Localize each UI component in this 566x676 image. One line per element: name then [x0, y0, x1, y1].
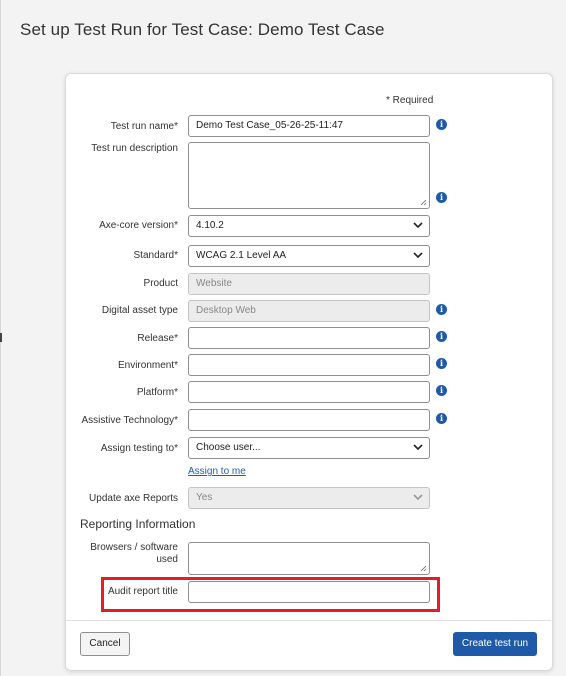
info-icon[interactable]: i	[436, 119, 447, 130]
update-axe-reports-label: Update axe Reports	[89, 493, 178, 504]
update-axe-reports-select: Yes	[188, 487, 430, 509]
assign-testing-to-value: Choose user...	[196, 442, 261, 453]
test-run-description-textarea[interactable]	[188, 142, 430, 209]
assign-testing-to-label: Assign testing to*	[100, 443, 178, 454]
digital-asset-type-label: Digital asset type	[101, 305, 178, 316]
release-input[interactable]	[188, 327, 430, 349]
reporting-information-heading: Reporting Information	[80, 517, 196, 531]
resize-handle-icon[interactable]	[420, 199, 427, 206]
footer-divider	[66, 620, 551, 621]
product-label: Product	[143, 278, 178, 289]
cancel-button[interactable]: Cancel	[80, 632, 130, 656]
environment-input[interactable]	[188, 354, 430, 376]
assign-testing-to-select[interactable]: Choose user...	[188, 437, 430, 459]
create-test-run-button[interactable]: Create test run	[453, 632, 537, 656]
update-axe-reports-value: Yes	[196, 492, 213, 503]
chevron-down-icon	[413, 494, 423, 501]
edge-marker	[0, 333, 2, 342]
chevron-down-icon	[413, 252, 423, 259]
axe-core-version-value: 4.10.2	[196, 220, 224, 231]
assistive-technology-label: Assistive Technology*	[81, 415, 178, 426]
chevron-down-icon	[413, 222, 423, 229]
digital-asset-type-input: Desktop Web	[188, 300, 430, 322]
standard-label: Standard*	[133, 250, 178, 261]
info-icon[interactable]: i	[436, 192, 447, 203]
release-label: Release*	[137, 333, 178, 344]
axe-core-version-label: Axe-core version*	[99, 220, 178, 231]
assistive-technology-input[interactable]	[188, 409, 430, 431]
info-icon[interactable]: i	[436, 358, 447, 369]
browsers-software-textarea[interactable]	[188, 542, 430, 575]
platform-input[interactable]	[188, 381, 430, 403]
environment-label: Environment*	[117, 360, 178, 371]
page-title: Set up Test Run for Test Case: Demo Test…	[20, 20, 385, 39]
test-run-name-label: Test run name*	[110, 121, 178, 132]
standard-select[interactable]: WCAG 2.1 Level AA	[188, 245, 430, 267]
required-note: * Required	[386, 95, 434, 106]
info-icon[interactable]: i	[436, 413, 447, 424]
resize-handle-icon[interactable]	[420, 565, 427, 572]
chevron-down-icon	[413, 444, 423, 451]
standard-value: WCAG 2.1 Level AA	[196, 250, 287, 261]
info-icon[interactable]: i	[436, 331, 447, 342]
browsers-software-label-line2: used	[156, 554, 178, 565]
info-icon[interactable]: i	[436, 304, 447, 315]
test-run-description-label: Test run description	[91, 143, 178, 154]
assign-to-me-link[interactable]: Assign to me	[188, 466, 246, 477]
axe-core-version-select[interactable]: 4.10.2	[188, 215, 430, 237]
highlight-box	[101, 577, 440, 612]
info-icon[interactable]: i	[436, 385, 447, 396]
product-input: Website	[188, 273, 430, 295]
browsers-software-label: Browsers / software used	[8, 542, 178, 566]
platform-label: Platform*	[136, 387, 178, 398]
test-run-name-input[interactable]: Demo Test Case_05-26-25-11:47	[188, 115, 430, 137]
browsers-software-label-line1: Browsers / software	[90, 542, 178, 553]
